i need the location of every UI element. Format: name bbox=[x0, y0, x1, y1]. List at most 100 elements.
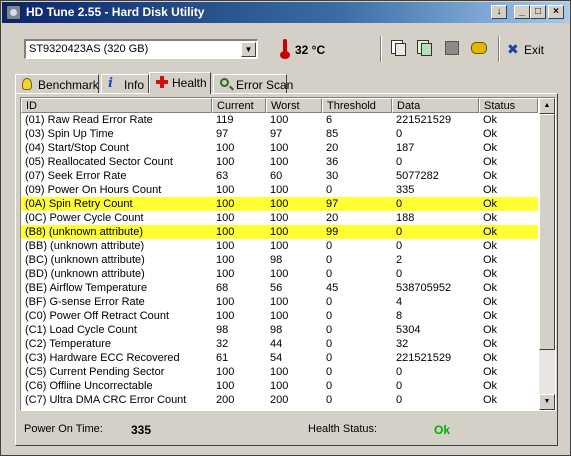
tab-benchmark-label: Benchmark bbox=[38, 78, 99, 92]
cell-id: (C3) Hardware ECC Recovered bbox=[25, 352, 180, 364]
scrollbar-thumb[interactable] bbox=[539, 114, 555, 350]
table-row[interactable]: (BC) (unknown attribute) 100 98 0 2 Ok bbox=[21, 253, 538, 267]
table-row[interactable]: (C7) Ultra DMA CRC Error Count 200 200 0 0 Ok bbox=[21, 393, 538, 407]
table-row[interactable]: (C2) Temperature 32 44 0 32 Ok bbox=[21, 337, 538, 351]
cell-threshold: 0 bbox=[326, 380, 333, 392]
smart-table[interactable]: ID Current Worst Threshold Data Status (… bbox=[20, 97, 556, 411]
table-row[interactable]: (05) Reallocated Sector Count 100 100 36 0 Ok bbox=[21, 155, 538, 169]
cell-id: (09) Power On Hours Count bbox=[25, 184, 162, 196]
table-row[interactable]: (C5) Current Pending Sector 100 100 0 0 Ok bbox=[21, 365, 538, 379]
column-header-threshold[interactable]: Threshold bbox=[322, 98, 392, 113]
cell-worst: 98 bbox=[270, 324, 283, 336]
cell-current: 119 bbox=[216, 114, 234, 126]
cell-status: Ok bbox=[483, 254, 498, 266]
cell-current: 100 bbox=[216, 212, 235, 224]
cell-current: 98 bbox=[216, 324, 229, 336]
health-panel: ID Current Worst Threshold Data Status (… bbox=[15, 93, 558, 446]
cell-current: 100 bbox=[216, 296, 235, 308]
tab-info[interactable]: i Info bbox=[101, 74, 149, 93]
column-header-status[interactable]: Status bbox=[479, 98, 538, 113]
table-row[interactable]: (BF) G-sense Error Rate 100 100 0 4 Ok bbox=[21, 295, 538, 309]
cell-data: 5077282 bbox=[396, 170, 439, 182]
table-row[interactable]: (BB) (unknown attribute) 100 100 0 0 Ok bbox=[21, 239, 538, 253]
cell-data: 4 bbox=[396, 296, 403, 308]
chevron-down-icon[interactable]: ▼ bbox=[241, 42, 256, 57]
cell-worst: 98 bbox=[270, 254, 283, 266]
close-button[interactable]: × bbox=[548, 5, 564, 19]
scroll-down-button[interactable]: ▼ bbox=[539, 394, 555, 410]
maximize-button[interactable]: □ bbox=[530, 5, 546, 19]
table-row[interactable]: (0C) Power Cycle Count 100 100 20 188 Ok bbox=[21, 211, 538, 225]
tab-info-label: Info bbox=[124, 78, 145, 92]
cell-data: 221521529 bbox=[396, 352, 452, 364]
cell-id: (C5) Current Pending Sector bbox=[25, 366, 165, 378]
cell-data: 0 bbox=[396, 198, 403, 210]
cell-status: Ok bbox=[483, 142, 498, 154]
cell-current: 100 bbox=[216, 198, 235, 210]
column-header-data[interactable]: Data bbox=[392, 98, 479, 113]
column-header-worst[interactable]: Worst bbox=[266, 98, 322, 113]
cell-current: 63 bbox=[216, 170, 229, 182]
cell-id: (01) Raw Read Error Rate bbox=[25, 114, 153, 126]
table-row[interactable]: (C1) Load Cycle Count 98 98 0 5304 Ok bbox=[21, 323, 538, 337]
window-title: HD Tune 2.55 - Hard Disk Utility bbox=[26, 5, 205, 19]
error-scan-icon bbox=[220, 78, 229, 87]
table-row[interactable]: (04) Start/Stop Count 100 100 20 187 Ok bbox=[21, 141, 538, 155]
cell-worst: 200 bbox=[270, 394, 289, 406]
cell-worst: 100 bbox=[270, 156, 289, 168]
table-row[interactable]: (C3) Hardware ECC Recovered 61 54 0 22152152… bbox=[21, 351, 538, 365]
toolbar: ST9320423AS (320 GB) ▼ 32 °C ✖ Exit bbox=[2, 23, 569, 73]
column-header-id[interactable]: ID bbox=[21, 98, 212, 113]
cell-current: 100 bbox=[216, 184, 235, 196]
hdtune-window: HD Tune 2.55 - Hard Disk Utility ↓ _ □ ×… bbox=[0, 0, 571, 456]
table-row[interactable]: (BE) Airflow Temperature 68 56 45 538705952 O… bbox=[21, 281, 538, 295]
table-row[interactable]: (C0) Power Off Retract Count 100 100 0 8 Ok bbox=[21, 309, 538, 323]
scroll-up-button[interactable]: ▲ bbox=[539, 98, 555, 114]
cell-data: 188 bbox=[396, 212, 415, 224]
cell-current: 100 bbox=[216, 156, 235, 168]
tab-health[interactable]: Health bbox=[149, 72, 211, 94]
copy-text-button[interactable] bbox=[388, 38, 408, 58]
vertical-scrollbar[interactable]: ▲ ▼ bbox=[539, 98, 555, 410]
table-row[interactable]: (C6) Offline Uncorrectable 100 100 0 0 Ok bbox=[21, 379, 538, 393]
table-row[interactable]: (03) Spin Up Time 97 97 85 0 Ok bbox=[21, 127, 538, 141]
tab-health-label: Health bbox=[172, 76, 207, 90]
cell-current: 200 bbox=[216, 394, 235, 406]
cell-data: 335 bbox=[396, 184, 415, 196]
cell-status: Ok bbox=[483, 394, 498, 406]
copy-screenshot-button[interactable] bbox=[414, 38, 434, 58]
tab-error-scan[interactable]: Error Scan bbox=[213, 74, 293, 93]
cell-status: Ok bbox=[483, 296, 498, 308]
cell-current: 100 bbox=[216, 254, 235, 266]
tab-benchmark[interactable]: Benchmark bbox=[15, 74, 99, 93]
cell-worst: 54 bbox=[270, 352, 283, 364]
minimize-button[interactable]: _ bbox=[514, 5, 530, 19]
save-button[interactable] bbox=[442, 38, 462, 58]
cell-worst: 100 bbox=[270, 226, 289, 238]
cell-data: 187 bbox=[396, 142, 415, 154]
table-row[interactable]: (0A) Spin Retry Count 100 100 97 0 Ok bbox=[21, 197, 538, 211]
options-button[interactable] bbox=[469, 38, 489, 58]
copy-text-icon-back bbox=[395, 43, 406, 56]
cell-threshold: 0 bbox=[326, 366, 333, 378]
cell-status: Ok bbox=[483, 170, 498, 182]
drive-select[interactable]: ST9320423AS (320 GB) ▼ bbox=[24, 39, 258, 59]
cell-data: 0 bbox=[396, 366, 403, 378]
cell-status: Ok bbox=[483, 366, 498, 378]
table-row[interactable]: (09) Power On Hours Count 100 100 0 335 Ok bbox=[21, 183, 538, 197]
cell-status: Ok bbox=[483, 310, 498, 322]
table-row[interactable]: (01) Raw Read Error Rate 119 100 6 221521529… bbox=[21, 113, 538, 127]
title-bar[interactable]: HD Tune 2.55 - Hard Disk Utility ↓ _ □ × bbox=[2, 2, 569, 23]
cell-id: (04) Start/Stop Count bbox=[25, 142, 129, 154]
table-row[interactable]: (BD) (unknown attribute) 100 100 0 0 Ok bbox=[21, 267, 538, 281]
table-row[interactable]: (B8) (unknown attribute) 100 100 99 0 Ok bbox=[21, 225, 538, 239]
cell-current: 100 bbox=[216, 268, 235, 280]
table-row[interactable]: (07) Seek Error Rate 63 60 30 5077282 Ok bbox=[21, 169, 538, 183]
tab-error-scan-label: Error Scan bbox=[236, 78, 294, 92]
cell-threshold: 0 bbox=[326, 394, 333, 406]
minimize-to-tray-button[interactable]: ↓ bbox=[491, 5, 507, 19]
cell-current: 32 bbox=[216, 338, 229, 350]
cell-id: (0C) Power Cycle Count bbox=[25, 212, 144, 224]
column-header-current[interactable]: Current bbox=[212, 98, 266, 113]
cell-threshold: 36 bbox=[326, 156, 339, 168]
